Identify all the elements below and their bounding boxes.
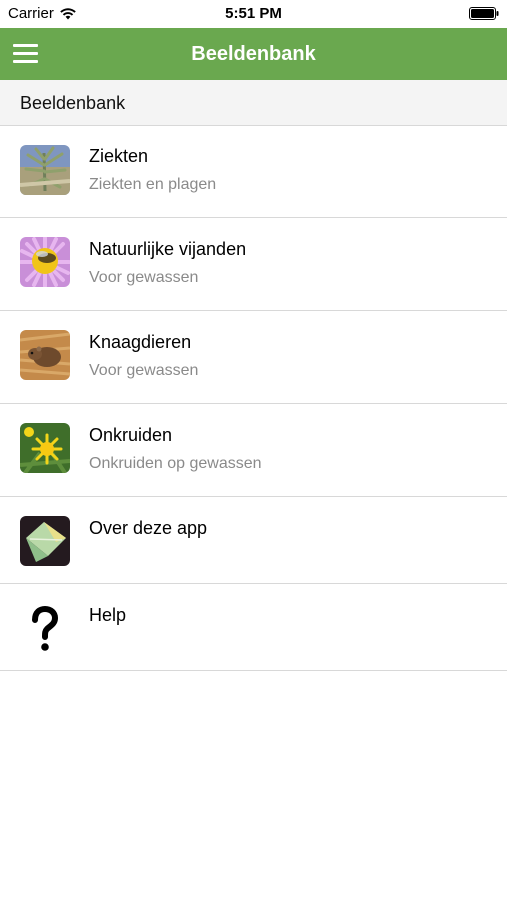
hamburger-menu-icon[interactable]: [10, 39, 42, 69]
item-subtitle: Voor gewassen: [89, 362, 199, 379]
rodent-thumbnail: [20, 330, 70, 380]
item-subtitle: Onkruiden op gewassen: [89, 455, 262, 472]
section-header: Beeldenbank: [0, 80, 507, 126]
item-subtitle: Ziekten en plagen: [89, 176, 217, 193]
item-title: Natuurlijke vijanden: [89, 239, 247, 259]
item-subtitle: Voor gewassen: [89, 269, 199, 286]
question-mark-icon: [20, 603, 70, 653]
item-title: Onkruiden: [89, 425, 173, 445]
list-item-onkruiden[interactable]: Onkruiden Onkruiden op gewassen: [0, 404, 507, 497]
app-logo-icon: [20, 516, 70, 566]
diseased-plant-thumbnail: [20, 145, 70, 195]
item-title: Help: [89, 605, 127, 625]
list-item-help[interactable]: Help: [0, 584, 507, 671]
insect-on-flower-thumbnail: [20, 237, 70, 287]
menu-list: Ziekten Ziekten en plagen Natuurlijke vi…: [0, 126, 507, 671]
clock: 5:51 PM: [225, 5, 282, 22]
item-title: Over deze app: [89, 518, 208, 538]
item-title: Knaagdieren: [89, 332, 192, 352]
nav-title: Beeldenbank: [191, 43, 316, 65]
item-title: Ziekten: [89, 146, 149, 166]
navigation-bar: Beeldenbank: [0, 28, 507, 80]
battery-icon: [469, 7, 499, 20]
list-item-knaagdieren[interactable]: Knaagdieren Voor gewassen: [0, 311, 507, 404]
dandelion-thumbnail: [20, 423, 70, 473]
list-item-ziekten[interactable]: Ziekten Ziekten en plagen: [0, 126, 507, 218]
list-item-over-deze-app[interactable]: Over deze app: [0, 497, 507, 584]
status-bar: Carrier 5:51 PM: [0, 0, 507, 28]
list-item-natuurlijke-vijanden[interactable]: Natuurlijke vijanden Voor gewassen: [0, 218, 507, 311]
